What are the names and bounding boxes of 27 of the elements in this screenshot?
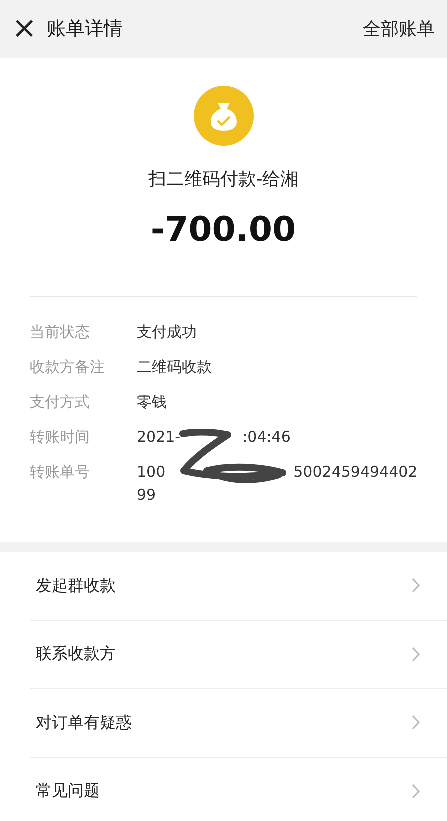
menu-item[interactable]: 联系收款方 [30, 620, 447, 689]
payment-title: 扫二维码付款-给湘 [148, 168, 299, 192]
menu-item[interactable]: 常见问题 [30, 758, 447, 821]
money-bag-icon [194, 86, 254, 146]
chevron-right-icon [412, 784, 421, 799]
detail-value: 2021- [137, 427, 181, 448]
detail-label: 转账时间 [30, 427, 91, 448]
detail-value: 99 [137, 484, 156, 506]
close-button[interactable]: × [8, 14, 42, 44]
chevron-right-icon [412, 646, 421, 662]
menu-item[interactable]: 发起群收款 [30, 552, 447, 620]
detail-value: 5002459494402 [294, 462, 418, 483]
page-title: 账单详情 [47, 16, 124, 42]
detail-value: 支付成功 [137, 322, 197, 343]
detail-label: 收款方备注 [30, 357, 106, 378]
detail-value: 零钱 [137, 392, 167, 413]
detail-value: :04:46 [242, 427, 291, 448]
chevron-right-icon [412, 578, 421, 594]
amount: -700.00 [150, 209, 296, 252]
menu-item[interactable]: 对订单有疑惑 [30, 689, 447, 758]
detail-label: 转账单号 [30, 462, 91, 483]
detail-label: 当前状态 [30, 322, 91, 343]
detail-label: 支付方式 [30, 392, 91, 413]
chevron-right-icon [412, 715, 421, 730]
all-bills-link[interactable]: 全部账单 [363, 16, 435, 42]
detail-value: 二维码收款 [137, 357, 212, 378]
detail-value: 100 [137, 462, 166, 483]
